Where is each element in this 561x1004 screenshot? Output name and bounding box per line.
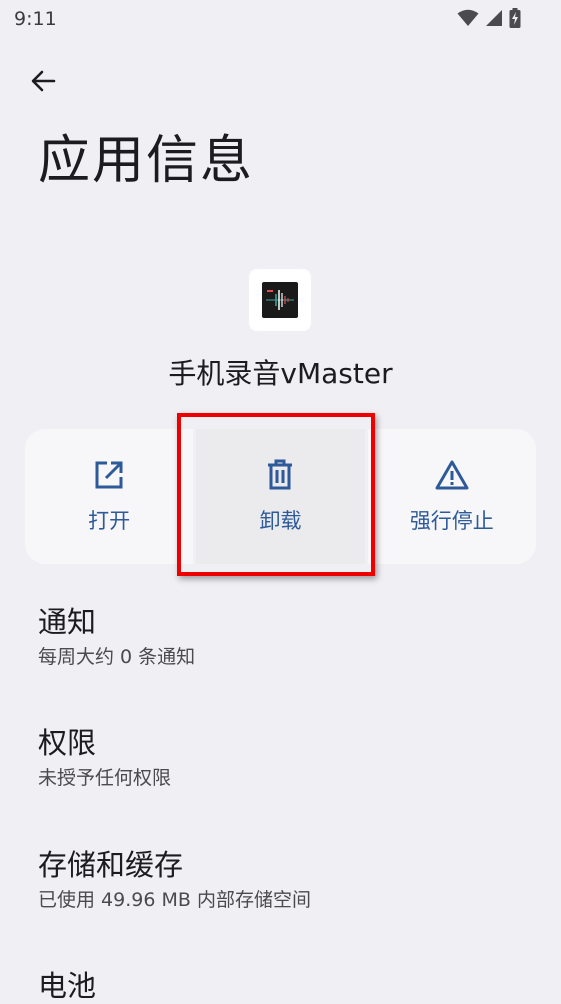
- setting-permissions[interactable]: 权限 未授予任何权限: [38, 725, 518, 791]
- setting-title: 通知: [38, 605, 97, 639]
- status-bar: 9:11: [0, 0, 561, 40]
- setting-title: 存储和缓存: [38, 848, 184, 882]
- warning-icon: [435, 459, 469, 495]
- arrow-back-icon: [30, 68, 56, 98]
- back-button[interactable]: [22, 62, 64, 104]
- setting-subtitle: 未授予任何权限: [38, 767, 172, 789]
- app-actions: 打开 卸载 强行停止: [25, 429, 536, 564]
- trash-icon: [266, 459, 294, 495]
- battery-charging-icon: [509, 8, 521, 28]
- setting-notifications[interactable]: 通知 每周大约 0 条通知: [38, 604, 518, 670]
- open-label: 打开: [88, 508, 131, 533]
- waveform-icon: [262, 282, 298, 318]
- open-button[interactable]: 打开: [25, 429, 194, 564]
- page-title: 应用信息: [38, 131, 255, 191]
- uninstall-button[interactable]: 卸载: [196, 429, 365, 564]
- uninstall-label: 卸载: [259, 508, 302, 533]
- setting-subtitle: 每周大约 0 条通知: [38, 646, 196, 668]
- setting-title: 权限: [38, 726, 97, 760]
- open-external-icon: [93, 459, 125, 495]
- app-name: 手机录音vMaster: [168, 357, 393, 390]
- force-stop-button[interactable]: 强行停止: [367, 429, 536, 564]
- wifi-icon: [457, 9, 479, 27]
- setting-storage[interactable]: 存储和缓存 已使用 49.96 MB 内部存储空间: [38, 847, 518, 913]
- signal-icon: [485, 9, 503, 27]
- status-time: 9:11: [14, 8, 57, 30]
- force-stop-label: 强行停止: [409, 508, 494, 533]
- status-icons: [457, 8, 521, 28]
- setting-subtitle: 已使用 49.96 MB 内部存储空间: [38, 889, 311, 911]
- app-icon: [249, 269, 311, 331]
